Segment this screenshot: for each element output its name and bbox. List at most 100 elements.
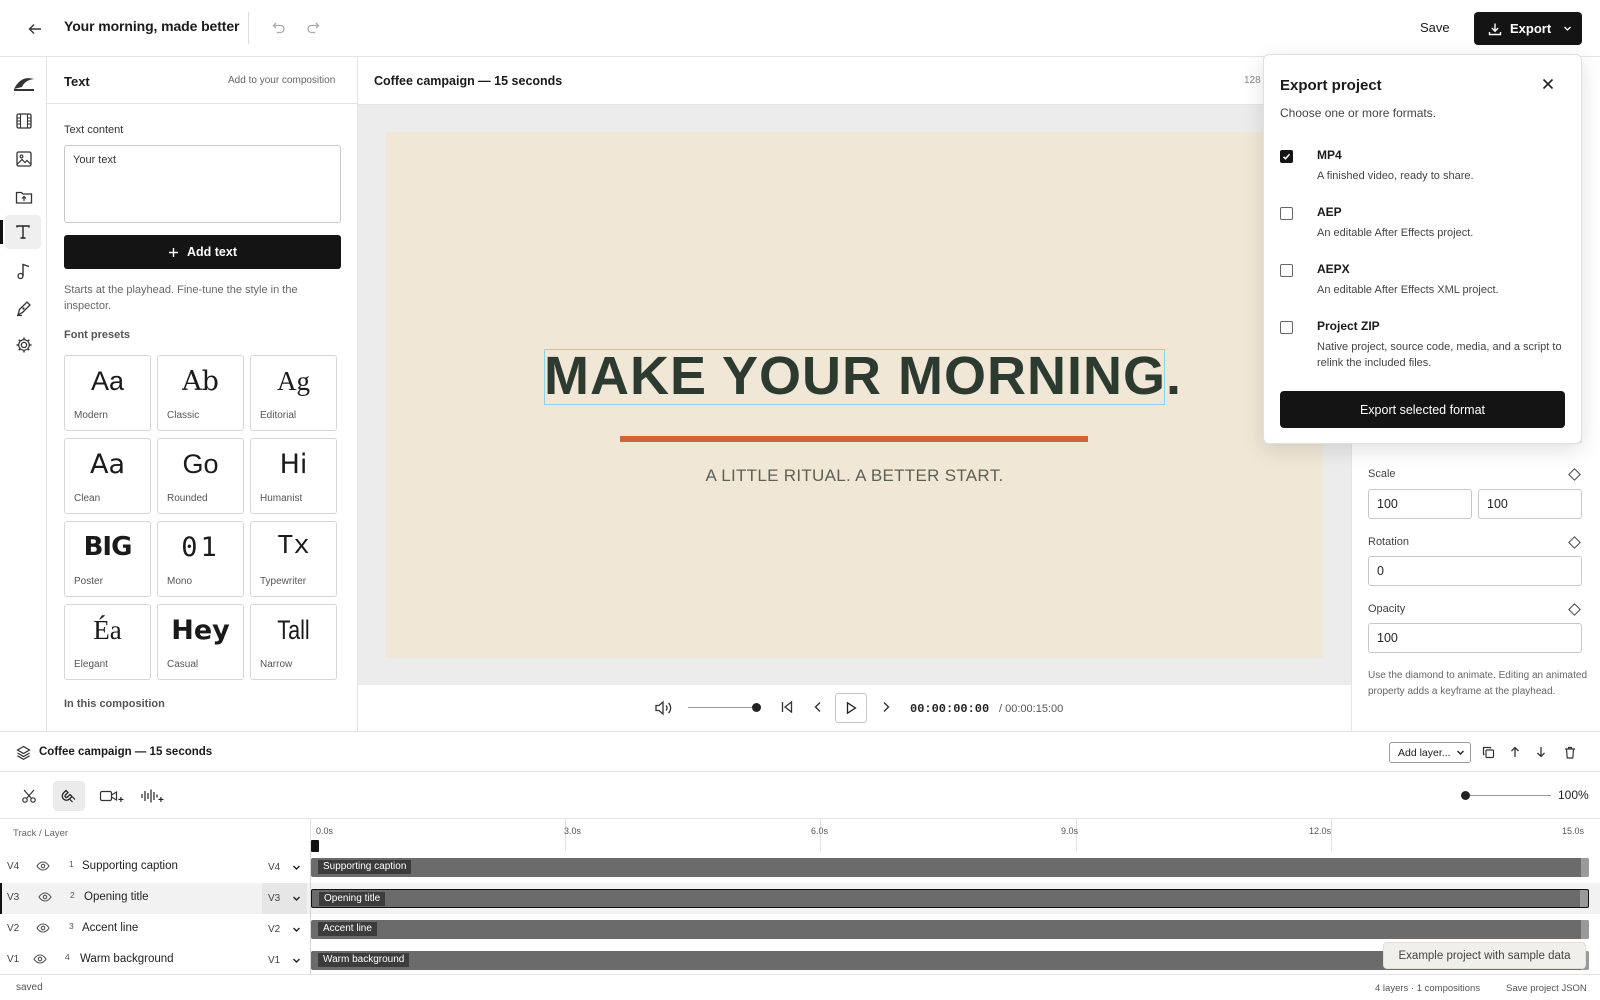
project-zip-checkbox[interactable] (1280, 321, 1293, 334)
tick-label: 3.0s (564, 826, 582, 836)
aep-checkbox[interactable] (1280, 207, 1293, 220)
previous-frame-icon[interactable] (810, 699, 826, 715)
font-preset-elegant[interactable]: Éa Elegant (64, 604, 151, 680)
eye-icon[interactable] (38, 892, 52, 902)
font-preset-clean[interactable]: Aa Clean (64, 438, 151, 514)
mp4-checkbox[interactable] (1280, 150, 1293, 163)
layer-name[interactable]: Opening title (84, 891, 149, 903)
move-up-icon[interactable] (1507, 744, 1523, 760)
font-preset-mono[interactable]: 01 Mono (157, 521, 244, 597)
save-button[interactable]: Save (1420, 16, 1450, 40)
rotation-input[interactable]: 0 (1368, 556, 1582, 586)
font-preset-name: Casual (167, 659, 199, 670)
track-target-select[interactable]: V2 (262, 914, 307, 945)
magnet-snap-icon[interactable] (53, 781, 85, 811)
add-video-track-icon[interactable]: + (93, 781, 125, 811)
back-arrow-icon[interactable] (22, 16, 48, 42)
layer-name[interactable]: Warm background (80, 953, 174, 965)
status-bar: saved 4 layers · 1 compositions Save pro… (0, 974, 1600, 1000)
duplicate-icon[interactable] (1480, 744, 1496, 760)
trash-icon[interactable] (1562, 744, 1578, 760)
project-title[interactable]: Your morning, made better (64, 18, 239, 34)
font-preset-editorial[interactable]: Ag Editorial (250, 355, 337, 431)
font-preset-sample: Aa (89, 449, 125, 480)
zoom-slider[interactable] (1465, 795, 1551, 796)
volume-icon[interactable] (654, 699, 674, 717)
volume-slider[interactable] (688, 707, 756, 708)
music-note-icon[interactable] (10, 257, 38, 285)
scale-x-input[interactable]: 100 (1368, 489, 1472, 519)
zoom-slider-handle[interactable] (1461, 791, 1470, 800)
logo-icon[interactable] (10, 69, 38, 97)
font-preset-casual[interactable]: Hey Casual (157, 604, 244, 680)
add-layer-select[interactable]: Add layer... (1389, 742, 1471, 763)
save-project-json-link[interactable]: Save project JSON (1506, 983, 1587, 994)
clip-trim-handle[interactable] (1580, 890, 1588, 907)
track-row[interactable]: V2 3 Accent line V2 (0, 914, 310, 945)
eye-icon[interactable] (36, 923, 50, 933)
scale-y-input[interactable]: 100 (1478, 489, 1582, 519)
eye-icon[interactable] (33, 954, 47, 964)
keyframe-diamond-icon[interactable] (1568, 603, 1581, 616)
track-target-select[interactable]: V1 (262, 945, 307, 976)
in-composition-label: In this composition (64, 698, 165, 710)
timeline-clip[interactable]: Supporting caption (311, 858, 1589, 877)
scissors-icon[interactable] (13, 781, 45, 811)
font-preset-humanist[interactable]: Hi Humanist (250, 438, 337, 514)
close-icon[interactable] (1536, 72, 1560, 96)
gear-icon[interactable] (10, 331, 38, 359)
track-layer-label: Track / Layer (13, 828, 69, 839)
text-icon[interactable] (5, 215, 41, 249)
font-preset-classic[interactable]: Ab Classic (157, 355, 244, 431)
timeline-clip[interactable]: Accent line (311, 920, 1589, 939)
track-target-select[interactable]: V3 (262, 883, 307, 914)
clip-trim-handle[interactable] (1581, 858, 1589, 877)
add-text-button[interactable]: Add text (64, 235, 341, 269)
next-frame-icon[interactable] (878, 699, 894, 715)
film-icon[interactable] (10, 107, 38, 135)
accent-line-layer[interactable] (620, 436, 1088, 442)
font-preset-narrow[interactable]: Tall Narrow (250, 604, 337, 680)
export-selected-button[interactable]: Export selected format (1280, 391, 1565, 428)
rail-active-indicator (0, 220, 3, 244)
font-preset-poster[interactable]: BIG Poster (64, 521, 151, 597)
timeline-clip[interactable]: Opening title (311, 889, 1589, 908)
track-target-label: V2 (268, 924, 281, 935)
keyframe-diamond-icon[interactable] (1568, 468, 1581, 481)
tick-line (1331, 819, 1332, 851)
track-id: V1 (7, 954, 20, 965)
timeline-header: Coffee campaign — 15 seconds Add layer..… (0, 731, 1600, 772)
layer-name[interactable]: Supporting caption (82, 860, 178, 872)
font-preset-sample: Aa (90, 366, 125, 396)
export-option-desc: An editable After Effects XML project. (1317, 284, 1499, 296)
export-button[interactable]: Export (1474, 12, 1582, 45)
font-preset-rounded[interactable]: Go Rounded (157, 438, 244, 514)
track-row[interactable]: V4 1 Supporting caption V4 (0, 852, 310, 883)
font-preset-typewriter[interactable]: Tx Typewriter (250, 521, 337, 597)
image-icon[interactable] (10, 145, 38, 173)
volume-slider-handle[interactable] (752, 703, 761, 712)
pen-tool-icon[interactable] (10, 294, 38, 322)
move-down-icon[interactable] (1533, 744, 1549, 760)
text-content-input[interactable]: Your text (64, 145, 341, 223)
playhead-handle[interactable] (311, 840, 319, 852)
add-audio-track-icon[interactable]: + (133, 781, 165, 811)
caption-text-layer[interactable]: A LITTLE RITUAL. A BETTER START. (544, 466, 1165, 486)
font-preset-modern[interactable]: Aa Modern (64, 355, 151, 431)
eye-icon[interactable] (36, 861, 50, 871)
play-button[interactable] (835, 693, 867, 723)
folder-upload-icon[interactable] (10, 183, 38, 211)
layer-name[interactable]: Accent line (82, 922, 138, 934)
aepx-checkbox[interactable] (1280, 264, 1293, 277)
track-row[interactable]: V1 4 Warm background V1 (0, 945, 310, 974)
track-target-label: V1 (268, 955, 281, 966)
undo-icon[interactable] (268, 17, 290, 39)
clip-trim-handle[interactable] (1581, 920, 1589, 939)
opacity-input[interactable]: 100 (1368, 623, 1582, 653)
time-ruler[interactable]: 0.0s 3.0s 6.0s 9.0s 12.0s 15.0s (310, 819, 1600, 851)
track-row[interactable]: V3 2 Opening title V3 (0, 883, 310, 914)
skip-to-start-icon[interactable] (779, 699, 795, 715)
track-target-select[interactable]: V4 (262, 852, 307, 883)
redo-icon[interactable] (302, 17, 324, 39)
keyframe-diamond-icon[interactable] (1568, 536, 1581, 549)
